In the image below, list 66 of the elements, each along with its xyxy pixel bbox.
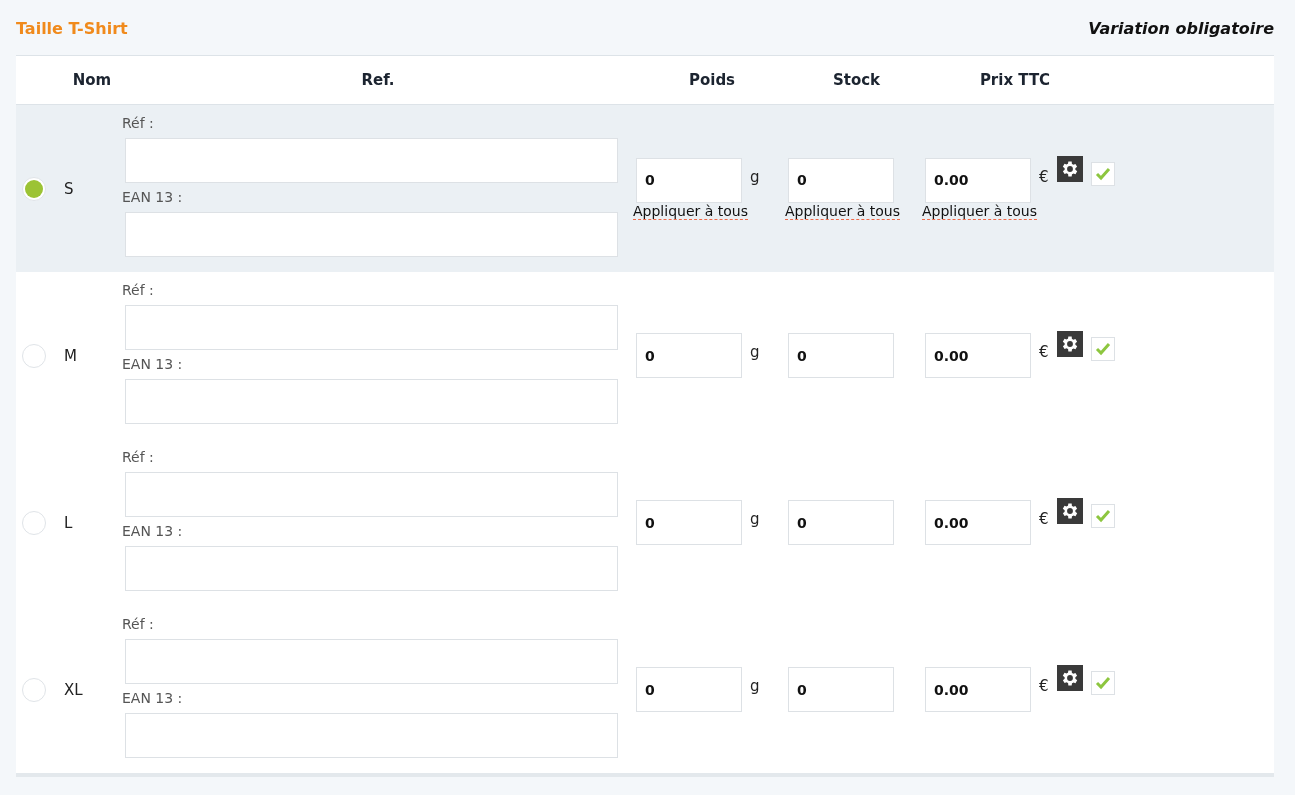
checkmark-icon bbox=[1094, 166, 1111, 181]
required-note: Variation obligatoire bbox=[1088, 18, 1274, 38]
checkbox[interactable] bbox=[1090, 504, 1115, 528]
checkbox[interactable] bbox=[1090, 337, 1115, 361]
unit-label: g bbox=[750, 510, 760, 528]
column-header: Nom bbox=[72, 71, 112, 89]
price-input[interactable]: 0.00 bbox=[925, 500, 1031, 545]
stock-input[interactable]: 0 bbox=[788, 157, 894, 203]
checkmark-icon bbox=[1094, 509, 1111, 523]
size-name: M bbox=[64, 346, 78, 365]
weight-input[interactable]: 0 bbox=[636, 157, 742, 203]
price-input[interactable]: 0.00 bbox=[925, 333, 1031, 378]
unit-label: g bbox=[750, 677, 760, 695]
ean-input[interactable] bbox=[125, 712, 618, 758]
ean-input[interactable] bbox=[125, 211, 618, 257]
radio-button[interactable] bbox=[22, 343, 46, 368]
column-header: Prix TTC bbox=[979, 71, 1051, 89]
size-name: XL bbox=[64, 680, 84, 699]
ean-label: EAN 13 : bbox=[122, 522, 184, 539]
radio-button[interactable] bbox=[22, 677, 46, 702]
apply-all-link[interactable]: Appliquer à tous bbox=[633, 202, 748, 220]
settings-icon[interactable] bbox=[1056, 498, 1083, 524]
column-header: Poids bbox=[688, 71, 736, 89]
weight-input[interactable]: 0 bbox=[636, 667, 742, 712]
radio-button[interactable] bbox=[22, 510, 46, 535]
radio-button[interactable] bbox=[22, 176, 46, 201]
checkbox[interactable] bbox=[1090, 161, 1115, 186]
ref-label: Réf : bbox=[122, 281, 155, 298]
weight-input[interactable]: 0 bbox=[636, 333, 742, 378]
ean-input[interactable] bbox=[125, 545, 618, 591]
unit-label: g bbox=[750, 167, 760, 186]
column-header: Ref. bbox=[361, 71, 395, 89]
price-input[interactable]: 0.00 bbox=[925, 667, 1031, 712]
ref-label: Réf : bbox=[122, 448, 155, 465]
weight-input[interactable]: 0 bbox=[636, 500, 742, 545]
ean-label: EAN 13 : bbox=[122, 689, 184, 706]
settings-icon[interactable] bbox=[1056, 155, 1083, 182]
column-header: Stock bbox=[832, 71, 881, 89]
size-name: S bbox=[64, 179, 75, 198]
settings-icon[interactable] bbox=[1056, 665, 1083, 691]
ref-label: Réf : bbox=[122, 114, 155, 131]
stock-input[interactable]: 0 bbox=[788, 667, 894, 712]
ref-input[interactable] bbox=[125, 471, 618, 517]
checkmark-icon bbox=[1094, 676, 1111, 690]
ref-input[interactable] bbox=[125, 304, 618, 350]
stock-input[interactable]: 0 bbox=[788, 500, 894, 545]
currency-label: € bbox=[1039, 677, 1049, 695]
ref-label: Réf : bbox=[122, 615, 155, 632]
currency-label: € bbox=[1039, 167, 1049, 186]
currency-label: € bbox=[1039, 343, 1049, 361]
apply-all-link[interactable]: Appliquer à tous bbox=[785, 202, 900, 220]
checkbox[interactable] bbox=[1090, 671, 1115, 695]
size-name: L bbox=[64, 513, 74, 532]
stock-input[interactable]: 0 bbox=[788, 333, 894, 378]
ean-label: EAN 13 : bbox=[122, 355, 184, 372]
section-title: Taille T-Shirt bbox=[16, 18, 128, 38]
currency-label: € bbox=[1039, 510, 1049, 528]
unit-label: g bbox=[750, 343, 760, 361]
ean-label: EAN 13 : bbox=[122, 188, 184, 205]
settings-icon[interactable] bbox=[1056, 331, 1083, 357]
checkmark-icon bbox=[1094, 342, 1111, 356]
price-input[interactable]: 0.00 bbox=[925, 157, 1031, 203]
ref-input[interactable] bbox=[125, 137, 618, 183]
ref-input[interactable] bbox=[125, 638, 618, 684]
apply-all-link[interactable]: Appliquer à tous bbox=[922, 202, 1037, 220]
ean-input[interactable] bbox=[125, 378, 618, 424]
